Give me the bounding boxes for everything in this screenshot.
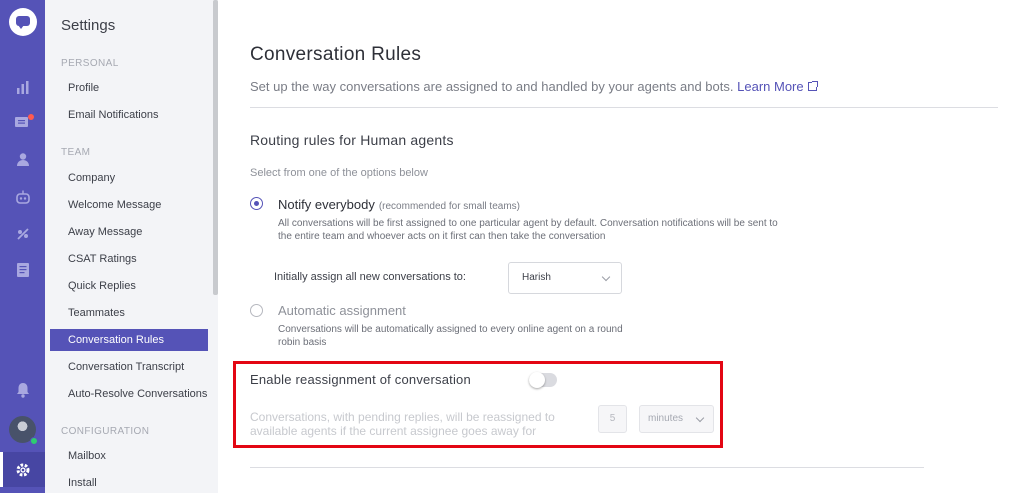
sidebar-item-profile[interactable]: Profile [50,77,208,99]
reassignment-unit-select[interactable]: minutes [639,405,714,433]
notify-everybody-description: All conversations will be first assigned… [278,217,778,243]
section-team: TEAM [61,147,91,158]
app: Settings PERSONAL Profile Email Notifica… [0,0,1024,493]
reassignment-description: Conversations, with pending replies, wil… [250,410,600,438]
page-subtitle-text: Set up the way conversations are assigne… [250,79,734,94]
bot-icon[interactable] [13,187,33,207]
notify-everybody-desc-line-2: the entire team and whoever acts on it f… [278,231,606,242]
sidebar-item-teammates[interactable]: Teammates [50,302,208,324]
sidebar-title: Settings [61,17,116,34]
settings-sidebar: Settings PERSONAL Profile Email Notifica… [45,0,218,493]
divider [250,107,998,108]
toggle-knob [529,372,545,388]
automatic-assignment-radio[interactable] [250,304,263,317]
settings-nav[interactable] [0,452,45,487]
page-subtitle: Set up the way conversations are assigne… [250,79,818,94]
settings-icon[interactable] [13,460,33,480]
faq-icon[interactable] [13,260,33,280]
section-personal: PERSONAL [61,58,119,69]
automatic-assignment-desc-line-1: Conversations will be automatically assi… [278,324,623,335]
chevron-down-icon [695,413,705,423]
contacts-icon[interactable] [13,149,33,169]
notify-everybody-title: Notify everybody (recommended for small t… [278,197,520,212]
reassignment-desc-line-1: Conversations, with pending replies, wil… [250,410,555,424]
reassignment-toggle[interactable] [529,372,557,388]
notify-everybody-note: (recommended for small teams) [378,201,520,212]
automatic-assignment-desc-line-2: robin basis [278,337,327,348]
external-link-icon [807,81,818,91]
sidebar-item-welcome-message[interactable]: Welcome Message [50,194,208,216]
assign-label: Initially assign all new conversations t… [274,271,466,283]
reassignment-unit-value: minutes [648,413,684,424]
sidebar-item-auto-resolve-conversations[interactable]: Auto-Resolve Conversations [50,383,208,405]
sidebar-item-company[interactable]: Company [50,167,208,189]
notifications-icon[interactable] [13,380,33,400]
chevron-down-icon [601,272,611,282]
assign-agent-value: Harish [522,272,551,283]
reassignment-desc-line-2: available agents if the current assignee… [250,424,537,438]
sidebar-item-conversation-transcript[interactable]: Conversation Transcript [50,356,208,378]
automatic-assignment-description: Conversations will be automatically assi… [278,323,623,349]
learn-more-link[interactable]: Learn More [737,79,818,94]
online-status-dot [30,437,38,445]
sidebar-item-email-notifications[interactable]: Email Notifications [50,104,208,126]
routing-title: Routing rules for Human agents [250,132,454,148]
reports-icon[interactable] [13,77,33,97]
section-configuration: CONFIGURATION [61,426,150,437]
sidebar-item-away-message[interactable]: Away Message [50,221,208,243]
reassignment-minutes-input[interactable]: 5 [598,405,627,433]
divider [250,467,924,468]
sidebar-item-mailbox[interactable]: Mailbox [50,445,208,467]
icon-rail [0,0,45,493]
automatic-assignment-title: Automatic assignment [278,303,406,318]
learn-more-label: Learn More [737,79,804,94]
sidebar-item-csat-ratings[interactable]: CSAT Ratings [50,248,208,270]
notify-everybody-radio[interactable] [250,197,263,210]
notify-everybody-label: Notify everybody [278,197,375,212]
notification-dot [28,114,34,120]
sidebar-item-conversation-rules[interactable]: Conversation Rules [50,329,208,351]
sidebar-item-quick-replies[interactable]: Quick Replies [50,275,208,297]
sidebar-item-install[interactable]: Install [50,472,208,493]
assign-agent-select[interactable]: Harish [508,262,622,294]
page-title: Conversation Rules [250,44,422,65]
logo-icon[interactable] [9,8,37,36]
reassignment-title: Enable reassignment of conversation [250,372,471,387]
notify-everybody-desc-line-1: All conversations will be first assigned… [278,218,778,229]
integrations-icon[interactable] [13,224,33,244]
routing-hint: Select from one of the options below [250,167,428,179]
main-content: Conversation Rules Set up the way conver… [218,0,1024,493]
